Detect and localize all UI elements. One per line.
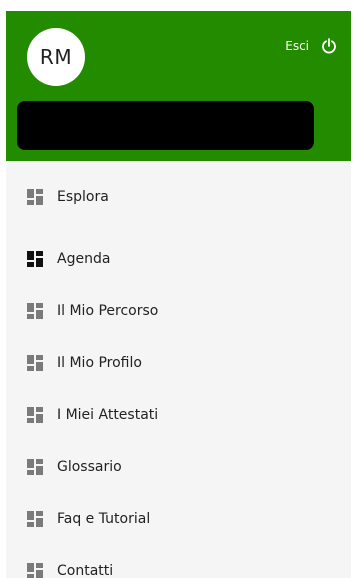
menu-item-label: I Miei Attestati (57, 407, 159, 423)
dashboard-icon (27, 189, 43, 205)
menu-item-label: Faq e Tutorial (57, 511, 151, 527)
menu-item-esplora[interactable]: Esplora (6, 161, 351, 233)
navigation-drawer: RM Esci Esplora Agenda Il Mio Percorso I… (6, 11, 351, 578)
menu-item-label: Agenda (57, 251, 111, 267)
logout-button[interactable]: Esci (285, 38, 337, 54)
dashboard-icon (27, 459, 43, 475)
menu-item-label: Glossario (57, 459, 122, 475)
menu-item-label: Il Mio Percorso (57, 303, 159, 319)
avatar-initials: RM (39, 45, 73, 69)
redacted-user-info (17, 101, 314, 150)
dashboard-icon (27, 251, 43, 267)
menu-item-glossario[interactable]: Glossario (6, 441, 351, 493)
menu-item-il-mio-percorso[interactable]: Il Mio Percorso (6, 285, 351, 337)
dashboard-icon (27, 407, 43, 423)
dashboard-icon (27, 511, 43, 527)
power-icon (322, 38, 336, 54)
main-menu: Esplora Agenda Il Mio Percorso Il Mio Pr… (6, 161, 351, 578)
avatar[interactable]: RM (27, 28, 85, 86)
menu-item-contatti[interactable]: Contatti (6, 545, 351, 578)
dashboard-icon (27, 303, 43, 319)
menu-item-i-miei-attestati[interactable]: I Miei Attestati (6, 389, 351, 441)
logout-label: Esci (285, 39, 309, 53)
dashboard-icon (27, 563, 43, 578)
menu-item-faq-e-tutorial[interactable]: Faq e Tutorial (6, 493, 351, 545)
menu-item-label: Contatti (57, 563, 114, 578)
menu-item-agenda[interactable]: Agenda (6, 233, 351, 285)
drawer-header: RM Esci (6, 11, 351, 161)
menu-item-label: Il Mio Profilo (57, 355, 142, 371)
menu-item-il-mio-profilo[interactable]: Il Mio Profilo (6, 337, 351, 389)
menu-item-label: Esplora (57, 189, 109, 205)
dashboard-icon (27, 355, 43, 371)
